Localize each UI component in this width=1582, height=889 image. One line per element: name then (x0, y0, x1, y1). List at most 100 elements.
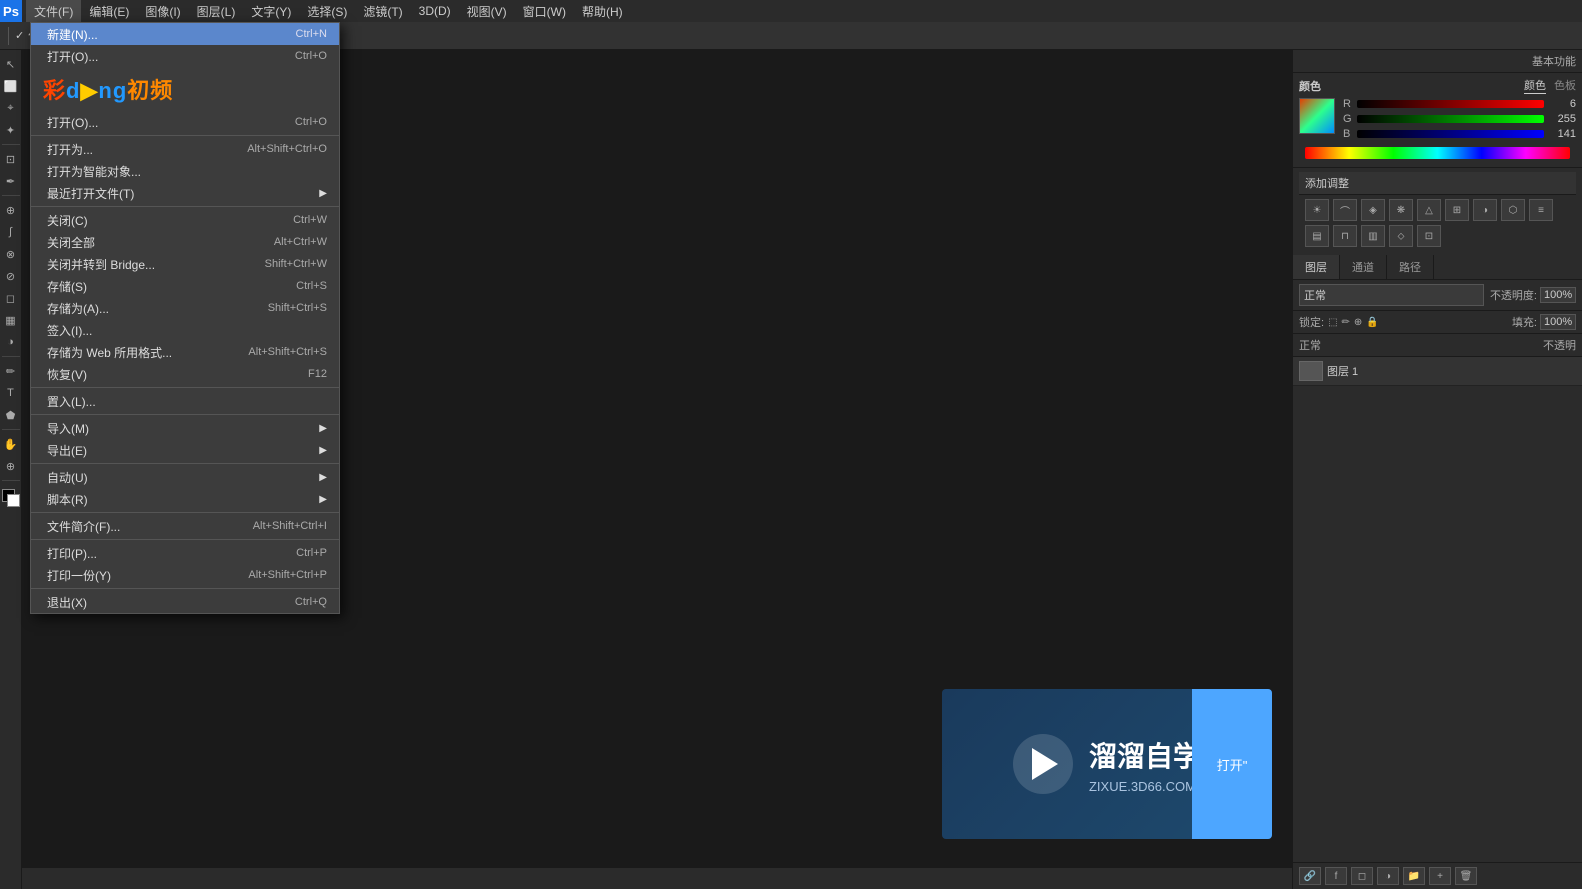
adj-colorbalance[interactable]: ⊞ (1445, 199, 1469, 221)
adj-curves[interactable]: ⌒ (1333, 199, 1357, 221)
gradient-tool[interactable]: ▦ (1, 310, 21, 330)
layer-item-1[interactable]: 图层 1 (1293, 357, 1582, 386)
adj-vibrance[interactable]: ❋ (1389, 199, 1413, 221)
clone-tool[interactable]: ⊗ (1, 244, 21, 264)
tab-channels[interactable]: 通道 (1340, 255, 1387, 279)
eyedropper-tool[interactable]: ✒ (1, 171, 21, 191)
adj-gradient[interactable]: ▥ (1361, 225, 1385, 247)
zoom-tool[interactable]: ⊕ (1, 456, 21, 476)
tab-swatches[interactable]: 色板 (1554, 77, 1576, 94)
menu-window[interactable]: 窗口(W) (515, 0, 574, 22)
tab-paths[interactable]: 路径 (1387, 255, 1434, 279)
menu-filter[interactable]: 滤镜(T) (355, 0, 410, 22)
menu-revert[interactable]: 恢复(V) F12 (31, 363, 339, 385)
color-preview[interactable] (1299, 98, 1335, 134)
menu-print[interactable]: 打印(P)... Ctrl+P (31, 542, 339, 564)
heal-tool[interactable]: ⊕ (1, 200, 21, 220)
sep8 (31, 588, 339, 589)
b-slider-track[interactable] (1357, 130, 1544, 138)
r-slider-track[interactable] (1357, 100, 1544, 108)
adjustment-btn[interactable]: ◑ (1377, 867, 1399, 885)
color-swatch[interactable] (2, 489, 20, 507)
adj-selective[interactable]: ⬦ (1389, 225, 1413, 247)
layers-controls: 正常 不透明度: (1293, 280, 1582, 311)
menu-close-bridge[interactable]: 关闭并转到 Bridge... Shift+Ctrl+W (31, 253, 339, 275)
lock-image-icon[interactable]: ✏ (1342, 317, 1350, 328)
menu-import[interactable]: 导入(M) ▶ (31, 417, 339, 439)
watermark-content: 溜溜自学 ZIXUE.3D66.COM (1013, 734, 1201, 794)
add-style-btn[interactable]: f (1325, 867, 1347, 885)
tab-color[interactable]: 颜色 (1524, 77, 1546, 94)
eraser-tool[interactable]: ◻ (1, 288, 21, 308)
fill-input[interactable] (1540, 314, 1576, 330)
lock-all-icon[interactable]: 🔒 (1366, 317, 1378, 328)
menu-help[interactable]: 帮助(H) (574, 0, 631, 22)
lock-position-icon[interactable]: ⊕ (1354, 317, 1362, 328)
menu-new-shortcut: Ctrl+N (296, 28, 327, 40)
shape-tool[interactable]: ⬟ (1, 405, 21, 425)
menu-select[interactable]: 选择(S) (299, 0, 355, 22)
history-tool[interactable]: ⊘ (1, 266, 21, 286)
menu-recent[interactable]: 最近打开文件(T) ▶ (31, 182, 339, 204)
opacity-input[interactable] (1540, 287, 1576, 303)
lock-transparent-icon[interactable]: ⬚ (1328, 317, 1337, 328)
menu-edit[interactable]: 编辑(E) (81, 0, 137, 22)
menu-new[interactable]: 新建(N)... Ctrl+N (31, 23, 339, 45)
add-mask-btn[interactable]: ◻ (1351, 867, 1373, 885)
menu-quit[interactable]: 退出(X) Ctrl+Q (31, 591, 339, 613)
new-group-btn[interactable]: 📁 (1403, 867, 1425, 885)
select-tool[interactable]: ⬜ (1, 76, 21, 96)
adj-photo[interactable]: ⬡ (1501, 199, 1525, 221)
layer-actions: 🔗 f ◻ ◑ 📁 + 🗑 (1293, 862, 1582, 889)
menu-open2[interactable]: 打开(O)... Ctrl+O (31, 111, 339, 133)
dodge-tool[interactable]: ◑ (1, 332, 21, 352)
menu-save[interactable]: 存储(S) Ctrl+S (31, 275, 339, 297)
spectrum-bar[interactable] (1305, 147, 1570, 159)
tab-layers[interactable]: 图层 (1293, 255, 1340, 279)
adj-brightness[interactable]: ☀ (1305, 199, 1329, 221)
menu-print-one[interactable]: 打印一份(Y) Alt+Shift+Ctrl+P (31, 564, 339, 586)
magic-wand-tool[interactable]: ✦ (1, 120, 21, 140)
menu-export[interactable]: 导出(E) ▶ (31, 439, 339, 461)
adj-bw[interactable]: ◑ (1473, 199, 1497, 221)
adj-posterize[interactable]: ▤ (1305, 225, 1329, 247)
pen-tool[interactable]: ✏ (1, 361, 21, 381)
menu-file[interactable]: 文件(F) (26, 0, 81, 22)
adj-invert[interactable]: ⊡ (1417, 225, 1441, 247)
move-tool[interactable]: ↖ (1, 54, 21, 74)
menu-automate[interactable]: 自动(U) ▶ (31, 466, 339, 488)
adj-hsl[interactable]: △ (1417, 199, 1441, 221)
menu-scripts[interactable]: 脚本(R) ▶ (31, 488, 339, 510)
menu-open[interactable]: 打开(O)... Ctrl+O (31, 45, 339, 67)
menu-open-as[interactable]: 打开为... Alt+Shift+Ctrl+O (31, 138, 339, 160)
menu-view[interactable]: 视图(V) (459, 0, 515, 22)
delete-layer-btn[interactable]: 🗑 (1455, 867, 1477, 885)
menu-print-one-label: 打印一份(Y) (47, 567, 228, 584)
link-layers-btn[interactable]: 🔗 (1299, 867, 1321, 885)
adj-threshold[interactable]: ⊓ (1333, 225, 1357, 247)
menu-place[interactable]: 置入(L)... (31, 390, 339, 412)
statusbar (22, 867, 1292, 889)
layers-mode[interactable]: 正常 (1299, 284, 1484, 306)
lasso-tool[interactable]: ⌖ (1, 98, 21, 118)
new-layer-btn[interactable]: + (1429, 867, 1451, 885)
adj-exposure[interactable]: ◈ (1361, 199, 1385, 221)
adj-mixer[interactable]: ≡ (1529, 199, 1553, 221)
menu-save-as[interactable]: 存储为(A)... Shift+Ctrl+S (31, 297, 339, 319)
text-tool[interactable]: T (1, 383, 21, 403)
brush-tool[interactable]: ∫ (1, 222, 21, 242)
crop-tool[interactable]: ⊡ (1, 149, 21, 169)
menu-3d[interactable]: 3D(D) (411, 0, 459, 22)
menu-file-info[interactable]: 文件简介(F)... Alt+Shift+Ctrl+I (31, 515, 339, 537)
menu-checkin[interactable]: 签入(I)... (31, 319, 339, 341)
menu-image[interactable]: 图像(I) (137, 0, 188, 22)
menu-layer[interactable]: 图层(L) (189, 0, 244, 22)
menu-close[interactable]: 关闭(C) Ctrl+W (31, 209, 339, 231)
menu-text[interactable]: 文字(Y) (243, 0, 299, 22)
menu-close-all[interactable]: 关闭全部 Alt+Ctrl+W (31, 231, 339, 253)
menu-save-web[interactable]: 存储为 Web 所用格式... Alt+Shift+Ctrl+S (31, 341, 339, 363)
menu-open-smart[interactable]: 打开为智能对象... (31, 160, 339, 182)
background-color[interactable] (7, 494, 20, 507)
hand-tool[interactable]: ✋ (1, 434, 21, 454)
g-slider-track[interactable] (1357, 115, 1544, 123)
